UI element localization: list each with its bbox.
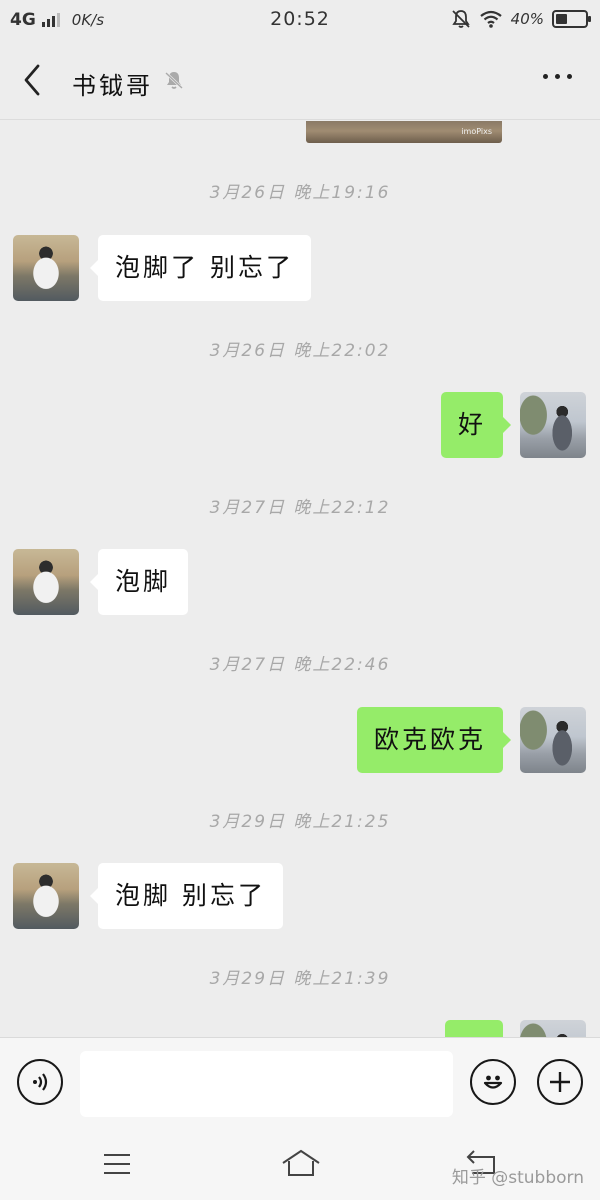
my-avatar[interactable] (520, 1020, 586, 1037)
outgoing-message[interactable]: 好 (440, 392, 512, 458)
outgoing-message[interactable] (445, 1020, 503, 1037)
dot-icon (543, 74, 548, 79)
wifi-icon (479, 10, 502, 28)
friend-avatar[interactable] (13, 863, 79, 929)
timestamp: 3月27日 晚上22:12 (209, 498, 391, 518)
my-avatar[interactable] (520, 707, 586, 773)
status-right: 40% (451, 9, 591, 29)
more-functions-button[interactable] (537, 1059, 583, 1105)
watermark: 知乎 @stubborn (451, 1168, 584, 1188)
timestamp: 3月27日 晚上22:46 (209, 655, 391, 675)
incoming-message[interactable]: 泡脚了 别忘了 (90, 235, 311, 301)
status-bar: 4G 0K/s 20:52 40% (0, 0, 600, 40)
friend-avatar[interactable] (13, 549, 79, 615)
smiley-icon (483, 1075, 503, 1089)
voice-wave-icon (33, 1073, 48, 1091)
timestamp: 3月26日 晚上19:16 (209, 183, 391, 203)
plus-icon (550, 1072, 570, 1092)
home-icon (282, 1149, 320, 1176)
input-bar (0, 1037, 600, 1129)
recent-apps-button[interactable] (100, 1147, 134, 1185)
voice-input-button[interactable] (17, 1059, 63, 1105)
back-button[interactable] (14, 60, 54, 100)
outgoing-message[interactable]: 欧克欧克 (356, 707, 512, 773)
dot-icon (567, 74, 572, 79)
chat-header: 书钺哥 (0, 40, 600, 120)
chevron-left-icon (24, 64, 40, 96)
my-avatar[interactable] (520, 392, 586, 458)
muted-bell-icon (165, 72, 183, 89)
timestamp: 3月29日 晚上21:25 (209, 812, 391, 832)
do-not-disturb-bell-icon (451, 10, 470, 28)
system-navigation-bar: 知乎 @stubborn (0, 1129, 600, 1200)
home-button[interactable] (280, 1147, 322, 1185)
battery-level-fill (556, 14, 568, 24)
emoji-button[interactable] (470, 1059, 516, 1105)
battery-percent: 40% (510, 10, 544, 28)
friend-avatar[interactable] (13, 235, 79, 301)
battery-icon (552, 10, 591, 28)
dot-icon (555, 74, 560, 79)
more-options-button[interactable] (543, 74, 572, 79)
image-caption: imoPixs (461, 127, 492, 136)
timestamp: 3月26日 晚上22:02 (209, 341, 391, 361)
incoming-message[interactable]: 泡脚 别忘了 (90, 863, 283, 929)
image-message-partial[interactable]: imoPixs (306, 121, 502, 143)
timestamp: 3月29日 晚上21:39 (209, 969, 391, 989)
message-input[interactable] (80, 1051, 453, 1117)
message-list[interactable]: imoPixs 3月26日 晚上19:16 泡脚了 别忘了 3月26日 晚上22… (0, 121, 600, 1037)
incoming-message[interactable]: 泡脚 (89, 549, 189, 615)
chat-title: 书钺哥 (72, 72, 153, 100)
menu-icon (104, 1154, 130, 1174)
